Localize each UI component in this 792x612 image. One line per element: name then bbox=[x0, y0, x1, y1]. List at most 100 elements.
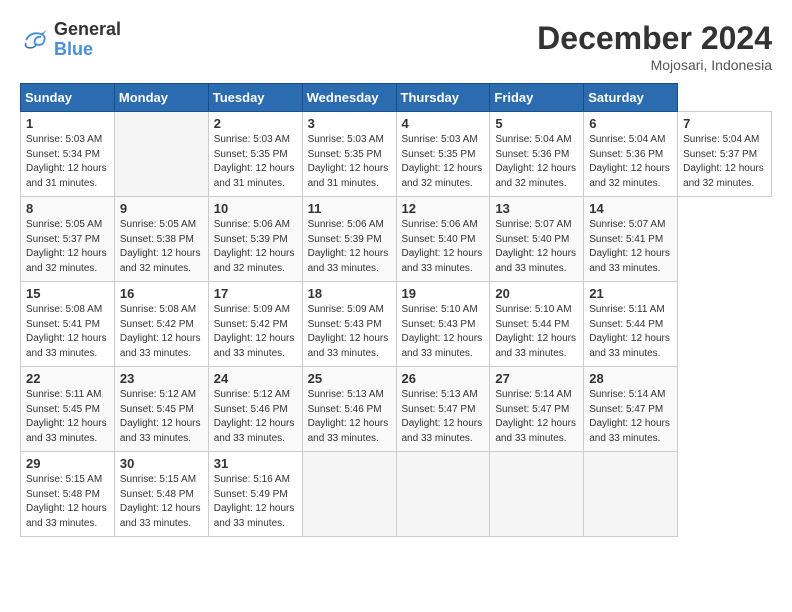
day-number: 8 bbox=[26, 201, 109, 216]
day-number: 26 bbox=[402, 371, 485, 386]
day-cell-empty bbox=[396, 452, 490, 537]
day-cell-empty bbox=[584, 452, 678, 537]
day-cell-empty bbox=[114, 112, 208, 197]
day-cell-5: 5 Sunrise: 5:04 AMSunset: 5:36 PMDaylight… bbox=[490, 112, 584, 197]
week-row-5: 29 Sunrise: 5:15 AMSunset: 5:48 PMDayligh… bbox=[21, 452, 772, 537]
day-cell-18: 18 Sunrise: 5:09 AMSunset: 5:43 PMDayligh… bbox=[302, 282, 396, 367]
day-info: Sunrise: 5:15 AMSunset: 5:48 PMDaylight:… bbox=[26, 473, 109, 531]
week-row-2: 8 Sunrise: 5:05 AMSunset: 5:37 PMDaylight… bbox=[21, 197, 772, 282]
day-cell-1: 1 Sunrise: 5:03 AMSunset: 5:34 PMDaylight… bbox=[21, 112, 115, 197]
day-cell-2: 2Sunrise: 5:03 AMSunset: 5:35 PMDaylight… bbox=[208, 112, 302, 197]
day-info: Sunrise: 5:04 AMSunset: 5:36 PMDaylight:… bbox=[495, 133, 578, 191]
day-info: Sunrise: 5:08 AMSunset: 5:42 PMDaylight:… bbox=[120, 303, 203, 361]
day-number: 16 bbox=[120, 286, 203, 301]
day-number: 5 bbox=[495, 116, 578, 131]
day-cell-28: 28 Sunrise: 5:14 AMSunset: 5:47 PMDayligh… bbox=[584, 367, 678, 452]
day-number: 7 bbox=[683, 116, 766, 131]
day-info: Sunrise: 5:10 AMSunset: 5:43 PMDaylight:… bbox=[402, 303, 485, 361]
day-cell-10: 10 Sunrise: 5:06 AMSunset: 5:39 PMDayligh… bbox=[208, 197, 302, 282]
day-cell-24: 24 Sunrise: 5:12 AMSunset: 5:46 PMDayligh… bbox=[208, 367, 302, 452]
day-info: Sunrise: 5:16 AMSunset: 5:49 PMDaylight:… bbox=[214, 473, 297, 531]
day-cell-8: 8 Sunrise: 5:05 AMSunset: 5:37 PMDaylight… bbox=[21, 197, 115, 282]
day-number: 14 bbox=[589, 201, 672, 216]
header-thursday: Thursday bbox=[396, 84, 490, 112]
day-cell-7: 7 Sunrise: 5:04 AMSunset: 5:37 PMDaylight… bbox=[678, 112, 772, 197]
day-info: Sunrise: 5:08 AMSunset: 5:41 PMDaylight:… bbox=[26, 303, 109, 361]
day-cell-9: 9 Sunrise: 5:05 AMSunset: 5:38 PMDaylight… bbox=[114, 197, 208, 282]
day-number: 11 bbox=[308, 201, 391, 216]
day-number: 31 bbox=[214, 456, 297, 471]
day-info: Sunrise: 5:13 AMSunset: 5:46 PMDaylight:… bbox=[308, 388, 391, 446]
day-number: 13 bbox=[495, 201, 578, 216]
day-info: Sunrise: 5:09 AMSunset: 5:43 PMDaylight:… bbox=[308, 303, 391, 361]
day-number: 25 bbox=[308, 371, 391, 386]
day-number: 15 bbox=[26, 286, 109, 301]
day-cell-3: 3Sunrise: 5:03 AMSunset: 5:35 PMDaylight… bbox=[302, 112, 396, 197]
day-info: Sunrise: 5:11 AMSunset: 5:44 PMDaylight:… bbox=[589, 303, 672, 361]
location: Mojosari, Indonesia bbox=[537, 57, 772, 73]
header-saturday: Saturday bbox=[584, 84, 678, 112]
day-info: Sunrise: 5:03 AMSunset: 5:34 PMDaylight:… bbox=[26, 133, 109, 191]
day-info: Sunrise: 5:14 AMSunset: 5:47 PMDaylight:… bbox=[589, 388, 672, 446]
logo-line2: Blue bbox=[54, 40, 121, 60]
day-number: 3 bbox=[308, 116, 391, 131]
day-number: 9 bbox=[120, 201, 203, 216]
day-cell-23: 23 Sunrise: 5:12 AMSunset: 5:45 PMDayligh… bbox=[114, 367, 208, 452]
day-info: Sunrise: 5:13 AMSunset: 5:47 PMDaylight:… bbox=[402, 388, 485, 446]
day-cell-17: 17Sunrise: 5:09 AMSunset: 5:42 PMDayligh… bbox=[208, 282, 302, 367]
day-info: Sunrise: 5:11 AMSunset: 5:45 PMDaylight:… bbox=[26, 388, 109, 446]
day-cell-14: 14Sunrise: 5:07 AMSunset: 5:41 PMDayligh… bbox=[584, 197, 678, 282]
day-cell-13: 13 Sunrise: 5:07 AMSunset: 5:40 PMDayligh… bbox=[490, 197, 584, 282]
day-cell-empty bbox=[302, 452, 396, 537]
day-cell-22: 22 Sunrise: 5:11 AMSunset: 5:45 PMDayligh… bbox=[21, 367, 115, 452]
day-info: Sunrise: 5:04 AMSunset: 5:37 PMDaylight:… bbox=[683, 133, 766, 191]
header-monday: Monday bbox=[114, 84, 208, 112]
day-info: Sunrise: 5:05 AMSunset: 5:38 PMDaylight:… bbox=[120, 218, 203, 276]
title-block: December 2024 Mojosari, Indonesia bbox=[537, 20, 772, 73]
day-cell-26: 26 Sunrise: 5:13 AMSunset: 5:47 PMDayligh… bbox=[396, 367, 490, 452]
day-cell-empty bbox=[490, 452, 584, 537]
day-number: 4 bbox=[402, 116, 485, 131]
day-cell-25: 25 Sunrise: 5:13 AMSunset: 5:46 PMDayligh… bbox=[302, 367, 396, 452]
day-info: Sunrise: 5:06 AMSunset: 5:39 PMDaylight:… bbox=[214, 218, 297, 276]
day-number: 18 bbox=[308, 286, 391, 301]
logo: General Blue bbox=[20, 20, 121, 60]
day-info: Sunrise: 5:09 AMSunset: 5:42 PMDaylight:… bbox=[214, 303, 297, 361]
header-sunday: Sunday bbox=[21, 84, 115, 112]
day-info: Sunrise: 5:04 AMSunset: 5:36 PMDaylight:… bbox=[589, 133, 672, 191]
day-number: 10 bbox=[214, 201, 297, 216]
day-info: Sunrise: 5:06 AMSunset: 5:40 PMDaylight:… bbox=[402, 218, 485, 276]
day-cell-29: 29 Sunrise: 5:15 AMSunset: 5:48 PMDayligh… bbox=[21, 452, 115, 537]
day-number: 28 bbox=[589, 371, 672, 386]
day-info: Sunrise: 5:12 AMSunset: 5:45 PMDaylight:… bbox=[120, 388, 203, 446]
logo-line1: General bbox=[54, 20, 121, 40]
day-number: 30 bbox=[120, 456, 203, 471]
day-number: 22 bbox=[26, 371, 109, 386]
day-info: Sunrise: 5:07 AMSunset: 5:40 PMDaylight:… bbox=[495, 218, 578, 276]
day-number: 19 bbox=[402, 286, 485, 301]
day-info: Sunrise: 5:06 AMSunset: 5:39 PMDaylight:… bbox=[308, 218, 391, 276]
day-cell-16: 16 Sunrise: 5:08 AMSunset: 5:42 PMDayligh… bbox=[114, 282, 208, 367]
day-number: 24 bbox=[214, 371, 297, 386]
month-title: December 2024 bbox=[537, 20, 772, 57]
header-friday: Friday bbox=[490, 84, 584, 112]
day-info: Sunrise: 5:12 AMSunset: 5:46 PMDaylight:… bbox=[214, 388, 297, 446]
week-row-3: 15 Sunrise: 5:08 AMSunset: 5:41 PMDayligh… bbox=[21, 282, 772, 367]
day-info: Sunrise: 5:05 AMSunset: 5:37 PMDaylight:… bbox=[26, 218, 109, 276]
day-info: Sunrise: 5:15 AMSunset: 5:48 PMDaylight:… bbox=[120, 473, 203, 531]
day-cell-30: 30 Sunrise: 5:15 AMSunset: 5:48 PMDayligh… bbox=[114, 452, 208, 537]
day-cell-27: 27Sunrise: 5:14 AMSunset: 5:47 PMDayligh… bbox=[490, 367, 584, 452]
day-cell-20: 20Sunrise: 5:10 AMSunset: 5:44 PMDayligh… bbox=[490, 282, 584, 367]
week-row-1: 1 Sunrise: 5:03 AMSunset: 5:34 PMDaylight… bbox=[21, 112, 772, 197]
day-cell-31: 31 Sunrise: 5:16 AMSunset: 5:49 PMDayligh… bbox=[208, 452, 302, 537]
day-info: Sunrise: 5:03 AMSunset: 5:35 PMDaylight:… bbox=[402, 133, 485, 191]
day-number: 29 bbox=[26, 456, 109, 471]
day-number: 23 bbox=[120, 371, 203, 386]
day-number: 20 bbox=[495, 286, 578, 301]
day-cell-11: 11 Sunrise: 5:06 AMSunset: 5:39 PMDayligh… bbox=[302, 197, 396, 282]
day-number: 1 bbox=[26, 116, 109, 131]
week-row-4: 22 Sunrise: 5:11 AMSunset: 5:45 PMDayligh… bbox=[21, 367, 772, 452]
day-cell-6: 6 Sunrise: 5:04 AMSunset: 5:36 PMDaylight… bbox=[584, 112, 678, 197]
day-info: Sunrise: 5:14 AMSunset: 5:47 PMDaylight:… bbox=[495, 388, 578, 446]
day-number: 6 bbox=[589, 116, 672, 131]
